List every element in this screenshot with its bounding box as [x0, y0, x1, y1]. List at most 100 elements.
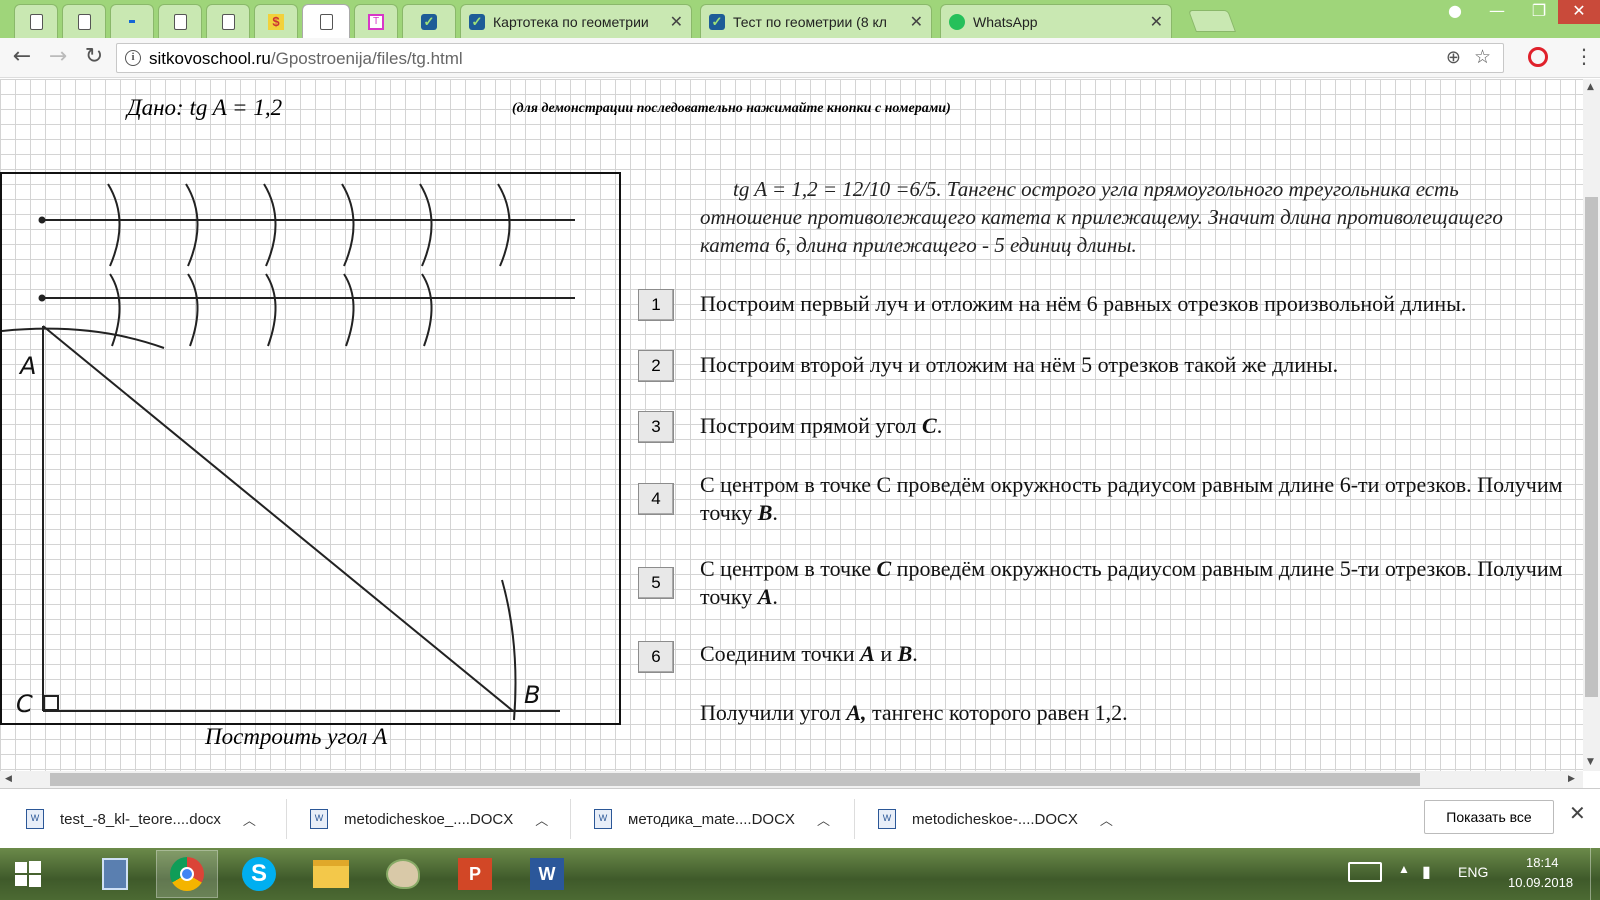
tab-10[interactable]: ✓ Тест по геометрии (8 кл ✕ — [700, 4, 932, 38]
download-name: metodicheskoe_....DOCX — [344, 810, 514, 828]
step-text-5: С центром в точке С проведём окружность … — [700, 556, 1563, 609]
step-text-4: С центром в точке С проведём окружность … — [700, 472, 1563, 525]
tab-0[interactable] — [14, 4, 58, 38]
chevron-up-icon[interactable]: ︿ — [1100, 810, 1113, 829]
tab-3[interactable] — [158, 4, 202, 38]
new-tab-button[interactable] — [1187, 10, 1237, 32]
close-icon[interactable]: ✕ — [910, 12, 923, 32]
horizontal-scrollbar[interactable]: ◀ ▶ — [0, 771, 1583, 788]
step-button-1[interactable]: 1 — [638, 289, 674, 321]
info-icon[interactable]: i — [125, 50, 141, 66]
download-name: metodicheskoe-....DOCX — [912, 810, 1078, 828]
show-desktop-button[interactable] — [1590, 848, 1600, 900]
back-icon[interactable]: ← — [8, 46, 36, 68]
step-text-1: Построим первый луч и отложим на нём 6 р… — [700, 291, 1467, 316]
star-icon[interactable]: ☆ — [1474, 46, 1491, 68]
palette-icon — [386, 859, 420, 889]
download-name: методика_mate....DOCX — [628, 810, 795, 828]
network-icon[interactable]: ▮ — [1422, 862, 1431, 882]
chevron-up-icon[interactable]: ︿ — [243, 810, 256, 829]
close-icon[interactable]: ✕ — [670, 12, 683, 32]
doc-icon — [221, 13, 235, 30]
window-close-icon[interactable]: ✕ — [1558, 0, 1600, 24]
yandex-icon: $ — [268, 13, 284, 30]
vertical-scroll-thumb[interactable] — [1585, 197, 1598, 697]
forward-icon[interactable]: → — [44, 46, 72, 68]
horizontal-scroll-thumb[interactable] — [50, 773, 1420, 786]
tab-7[interactable]: T — [354, 4, 398, 38]
menu-icon[interactable]: ⋮ — [1574, 44, 1594, 68]
tab-2[interactable] — [110, 4, 154, 38]
label-a: A — [18, 352, 36, 380]
divider — [854, 799, 855, 839]
step-button-4[interactable]: 4 — [638, 483, 674, 515]
word-icon: W — [530, 858, 564, 890]
clock-time[interactable]: 18:14 — [1526, 855, 1559, 870]
scroll-right-icon[interactable]: ▶ — [1568, 774, 1575, 784]
skype-app[interactable]: S — [228, 850, 290, 898]
show-all-downloads-button[interactable]: Показать все — [1424, 800, 1554, 834]
chevron-up-icon[interactable]: ︿ — [817, 810, 830, 829]
maximize-icon[interactable]: ❐ — [1518, 0, 1560, 24]
step-text-3: Построим прямой угол С. — [700, 413, 943, 438]
download-item-2[interactable]: W metodicheskoe_....DOCX ︿ — [310, 801, 548, 837]
calculator-app[interactable] — [84, 850, 146, 898]
minimize-icon[interactable]: — — [1476, 0, 1518, 24]
step-button-2[interactable]: 2 — [638, 350, 674, 382]
word-doc-icon: W — [594, 809, 612, 829]
word-doc-icon: W — [878, 809, 896, 829]
scroll-down-icon[interactable]: ▼ — [1587, 757, 1594, 767]
explorer-app[interactable] — [300, 850, 362, 898]
windows-logo-icon — [15, 861, 41, 887]
opera-icon[interactable] — [1528, 47, 1548, 67]
check-icon: ✓ — [709, 13, 725, 30]
language-indicator[interactable]: ENG — [1458, 864, 1488, 880]
tab-9[interactable]: ✓ Картотека по геометрии ✕ — [460, 4, 692, 38]
word-app[interactable]: W — [516, 850, 578, 898]
tab-11[interactable]: WhatsApp ✕ — [940, 4, 1172, 38]
scroll-up-icon[interactable]: ▲ — [1587, 82, 1594, 92]
page-content: Дано: tg A = 1,2 (для демонстрации после… — [0, 79, 1583, 771]
step-text-6: Соединим точки А и В. — [700, 641, 918, 666]
doc-icon — [319, 13, 333, 30]
powerpoint-app[interactable]: P — [444, 850, 506, 898]
whatsapp-icon — [949, 13, 965, 30]
skype-icon: S — [242, 857, 276, 891]
scroll-left-icon[interactable]: ◀ — [5, 774, 12, 784]
figure-caption: Построить угол А — [205, 724, 388, 749]
chrome-app[interactable] — [156, 850, 218, 898]
step-button-3[interactable]: 3 — [638, 411, 674, 443]
reload-icon[interactable]: ↻ — [80, 46, 108, 68]
close-icon[interactable]: ✕ — [1569, 801, 1586, 825]
download-name: test_-8_kl-_teore....docx — [60, 810, 221, 828]
tab-title: WhatsApp — [973, 13, 1038, 30]
keyboard-icon[interactable] — [1348, 862, 1382, 882]
pink-icon: T — [368, 13, 384, 30]
step-text-2: Построим второй луч и отложим на нём 5 о… — [700, 352, 1339, 377]
tab-5[interactable]: $ — [254, 4, 298, 38]
clock-date[interactable]: 10.09.2018 — [1508, 875, 1573, 890]
tab-4[interactable] — [206, 4, 250, 38]
hypotenuse-ab — [42, 325, 514, 712]
start-button[interactable] — [0, 850, 56, 898]
chevron-up-icon[interactable]: ︿ — [535, 810, 548, 829]
label-b: B — [524, 681, 540, 709]
profile-icon[interactable]: ● — [1434, 0, 1476, 24]
close-icon[interactable]: ✕ — [1150, 12, 1163, 32]
zoom-icon[interactable]: ⊕ — [1446, 47, 1461, 68]
tab-6-active[interactable] — [302, 4, 350, 38]
paint-app[interactable] — [372, 850, 434, 898]
address-bar[interactable]: i sitkovoschool.ru/Gpostroenija/files/tg… — [116, 43, 1504, 73]
vertical-scrollbar[interactable]: ▲ ▼ — [1583, 79, 1600, 771]
step-button-5[interactable]: 5 — [638, 567, 674, 599]
step-button-6[interactable]: 6 — [638, 641, 674, 673]
calculator-icon — [102, 858, 128, 890]
tray-expand-icon[interactable]: ▲ — [1398, 862, 1410, 876]
url-domain: sitkovoschool.ru — [149, 49, 271, 68]
tab-8[interactable]: ✓ — [402, 4, 456, 38]
arc-through-a — [2, 327, 165, 349]
download-item-1[interactable]: W test_-8_kl-_teore....docx ︿ — [26, 801, 256, 837]
download-item-3[interactable]: W методика_mate....DOCX ︿ — [594, 801, 830, 837]
tab-1[interactable] — [62, 4, 106, 38]
download-item-4[interactable]: W metodicheskoe-....DOCX ︿ — [878, 801, 1113, 837]
